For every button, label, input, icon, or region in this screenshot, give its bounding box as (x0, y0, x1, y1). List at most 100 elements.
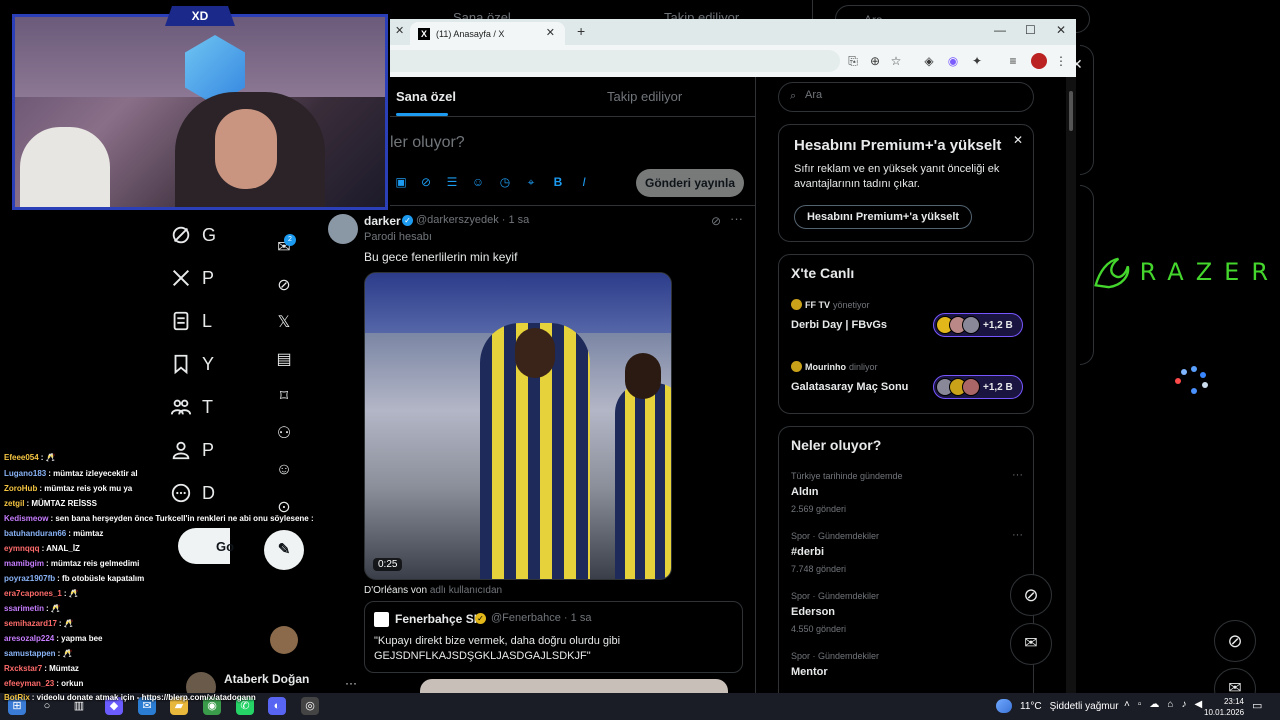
bold-icon[interactable]: B (551, 175, 565, 189)
chat-text: : MÜMTAZ REİSSS (26, 499, 97, 508)
compose-input[interactable]: ler oluyor? (390, 134, 465, 152)
install-icon[interactable]: ⎘ (845, 53, 861, 69)
bg-nav-communities[interactable]: T (170, 392, 226, 422)
nav-lists[interactable]: ▤ (265, 344, 303, 374)
trend-item[interactable]: Spor · Gündemdekiler Ederson 4.550 gönde… (791, 591, 1023, 647)
search-input[interactable] (805, 89, 1005, 101)
chat-message: poyraz1907fb: fb otobüsle kapatalım (4, 574, 144, 583)
more-icon[interactable]: ··· (730, 211, 743, 226)
more-icon[interactable]: ··· (1012, 469, 1023, 481)
tweet-author-name[interactable]: darker (364, 214, 401, 228)
bg-profile-more-icon[interactable]: ··· (345, 676, 357, 690)
tab-close-icon[interactable]: ✕ (546, 26, 555, 39)
profile-icon[interactable] (1031, 53, 1047, 69)
trend-item[interactable]: Spor · Gündemdekiler Mentor (791, 651, 1023, 691)
chevron-up-icon[interactable]: ˄ (1124, 699, 1130, 710)
chat-text: : Mümtaz (44, 664, 79, 673)
close-window-button[interactable]: ✕ (1056, 23, 1066, 37)
chat-user: Rxckstar7 (4, 664, 43, 673)
tray-app-icon[interactable]: ▫ (1138, 699, 1142, 710)
emoji-icon[interactable]: ☺ (471, 175, 485, 189)
mic-icon[interactable]: ♪ (1181, 699, 1186, 710)
network-icon[interactable]: ⌂ (1167, 699, 1173, 710)
bg-nav-grok[interactable]: G (170, 220, 226, 250)
razer-snake-icon (1094, 257, 1130, 289)
extension-icon[interactable]: ◈ (921, 53, 937, 69)
premium-button[interactable]: Hesabını Premium+'a yükselt (794, 205, 972, 229)
location-icon[interactable]: ⌖ (524, 175, 538, 189)
more-icon[interactable]: ··· (1012, 529, 1023, 541)
maximize-button[interactable]: ☐ (1025, 23, 1036, 37)
live-item[interactable]: FF TV yönetiyor Derbi Day | FBvGs +1,2 B (791, 299, 1023, 351)
chat-text: : 🥂 (46, 604, 61, 613)
live-listeners[interactable]: +1,2 B (933, 313, 1023, 337)
scrollbar-thumb[interactable] (1069, 91, 1073, 131)
url-field[interactable] (390, 50, 840, 72)
grok-fab[interactable]: ⊘ (1010, 574, 1052, 616)
zoom-icon[interactable]: ⊕ (867, 53, 883, 69)
reading-list-icon[interactable]: ≡ (1005, 53, 1021, 69)
grok-icon[interactable]: ⊘ (711, 214, 721, 228)
close-prev-tab-icon[interactable]: ✕ (395, 24, 404, 37)
puzzle-icon[interactable]: ✦ (969, 53, 985, 69)
search-box[interactable]: ⌕ (778, 82, 1034, 112)
chat-message: mamibgim: mümtaz reis gelmedimi (4, 559, 139, 568)
nav-premium[interactable]: 𝕏 (265, 307, 303, 337)
quote-tweet[interactable]: Fenerbahçe SK ✓ @Fenerbahce · 1 sa "Kupa… (364, 601, 743, 673)
notification-icon[interactable]: ▭ (1252, 699, 1262, 712)
poll-icon[interactable]: ☰ (445, 175, 459, 189)
image-icon[interactable]: ▣ (394, 175, 408, 189)
discord-icon[interactable]: ◐ (268, 697, 286, 715)
divider (390, 116, 756, 117)
razer-text: RAZER (1139, 258, 1280, 286)
live-listeners[interactable]: +1,2 B (933, 375, 1023, 399)
messages-badge: 2 (284, 234, 296, 246)
bg-nav-bookmarks[interactable]: Y (170, 349, 226, 379)
italic-icon[interactable]: I (577, 175, 591, 189)
live-item[interactable]: Mourinho dinliyor Galatasaray Maç Sonu +1… (791, 361, 1023, 413)
star-icon[interactable]: ☆ (888, 53, 904, 69)
bg-nav-label: T (202, 396, 213, 417)
chat-text: : orkun (56, 679, 84, 688)
tweet-text: Bu gece fenerlilerin min keyif (364, 250, 518, 264)
nav-grok[interactable]: ⊘ (265, 270, 303, 300)
messages-fab[interactable]: ✉ (1010, 623, 1052, 665)
weather-widget[interactable]: 11°C Şiddetli yağmur (996, 699, 1119, 713)
tweet-avatar[interactable] (328, 214, 358, 244)
bg-nav-x[interactable]: P (170, 263, 226, 293)
chat-message: zetgil: MÜMTAZ REİSSS (4, 499, 97, 508)
chat-user: Lugano183 (4, 469, 47, 478)
tab-x-home[interactable]: X (11) Anasayfa / X ✕ (410, 22, 565, 45)
listener-avatar (962, 378, 980, 396)
obs-icon[interactable]: ◎ (301, 697, 319, 715)
extension2-icon[interactable]: ◉ (945, 53, 961, 69)
nav-bookmarks[interactable]: ⌑ (265, 381, 303, 411)
webcam-face (215, 109, 277, 189)
post-button[interactable]: Gönderi yayınla (636, 169, 744, 197)
tweet-handle[interactable]: @darkerszyedek · 1 sa (416, 214, 529, 226)
trend-item[interactable]: Türkiye tarihinde gündemde Aldın 2.569 g… (791, 469, 1023, 527)
tab-following[interactable]: Takip ediliyor (607, 89, 682, 104)
clock-date: 10.01.2026 (1204, 708, 1245, 717)
trend-item[interactable]: Spor · Gündemdekiler #derbi 7.748 gönder… (791, 529, 1023, 587)
parody-label: Parodi hesabı (364, 231, 432, 243)
bg-grok-fab[interactable]: ⊘ (1214, 620, 1256, 662)
source-name[interactable]: D'Orléans von (364, 585, 427, 596)
volume-icon[interactable]: ◀ (1194, 699, 1202, 710)
host-role: dinliyor (849, 361, 878, 372)
close-icon[interactable]: ✕ (1013, 133, 1023, 147)
x-favicon-icon: X (418, 27, 430, 40)
cloud-icon[interactable]: ☁ (1149, 699, 1159, 710)
bg-nav-lists[interactable]: L (170, 306, 226, 336)
minimize-button[interactable]: — (994, 23, 1006, 37)
tweet-video[interactable]: 0:25 (364, 272, 672, 580)
new-tab-button[interactable]: + (577, 23, 585, 39)
weather-desc: Şiddetli yağmur (1049, 700, 1119, 712)
quote-text: "Kupayı direkt bize vermek, daha doğru o… (374, 635, 621, 662)
scrollbar[interactable] (1066, 77, 1076, 694)
tab-for-you[interactable]: Sana özel (396, 89, 456, 104)
schedule-icon[interactable]: ◷ (498, 175, 512, 189)
clock[interactable]: 23:14 10.01.2026 (1204, 696, 1244, 718)
menu-icon[interactable]: ⋮ (1053, 53, 1069, 69)
grok-compose-icon[interactable]: ⊘ (419, 175, 433, 189)
